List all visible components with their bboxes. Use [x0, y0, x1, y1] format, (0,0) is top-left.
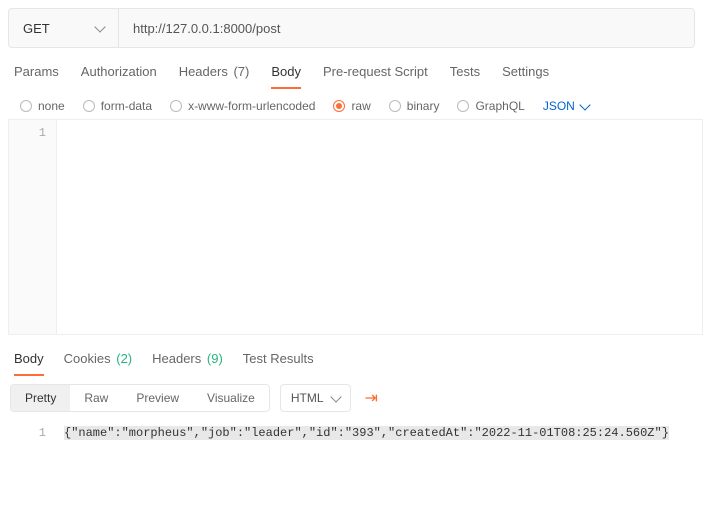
tab-params[interactable]: Params — [14, 60, 59, 89]
editor-gutter: 1 — [9, 120, 57, 334]
headers-count: (7) — [233, 64, 249, 79]
body-language-select[interactable]: JSON — [543, 99, 589, 113]
radio-icon — [457, 100, 469, 112]
resp-tab-body[interactable]: Body — [14, 347, 44, 376]
method-value: GET — [23, 21, 50, 36]
radio-form-data[interactable]: form-data — [83, 99, 152, 113]
tab-headers[interactable]: Headers (7) — [179, 60, 250, 89]
view-visualize[interactable]: Visualize — [193, 385, 269, 411]
radio-raw[interactable]: raw — [333, 99, 370, 113]
tab-body[interactable]: Body — [271, 60, 301, 89]
editor-gutter: 1 — [8, 420, 56, 446]
response-language-select[interactable]: HTML — [280, 384, 351, 412]
wrap-lines-icon[interactable]: ⇥ — [361, 386, 382, 410]
editor-code[interactable]: {"name":"morpheus","job":"leader","id":"… — [56, 420, 703, 446]
line-number: 1 — [12, 424, 46, 442]
response-tabs: Body Cookies (2) Headers (9) Test Result… — [0, 335, 703, 376]
resp-tab-headers[interactable]: Headers (9) — [152, 347, 223, 376]
radio-none[interactable]: none — [20, 99, 65, 113]
tab-settings[interactable]: Settings — [502, 60, 549, 89]
radio-icon — [333, 100, 345, 112]
body-type-options: none form-data x-www-form-urlencoded raw… — [0, 89, 703, 119]
request-tabs: Params Authorization Headers (7) Body Pr… — [0, 56, 703, 89]
resp-tab-test-results[interactable]: Test Results — [243, 347, 314, 376]
tab-authorization[interactable]: Authorization — [81, 60, 157, 89]
radio-icon — [83, 100, 95, 112]
resp-tab-cookies[interactable]: Cookies (2) — [64, 347, 132, 376]
cookies-count: (2) — [116, 351, 132, 366]
response-body-editor[interactable]: 1 {"name":"morpheus","job":"leader","id"… — [8, 420, 703, 446]
url-input[interactable]: http://127.0.0.1:8000/post — [119, 9, 694, 47]
method-select[interactable]: GET — [9, 9, 119, 47]
radio-urlencoded[interactable]: x-www-form-urlencoded — [170, 99, 315, 113]
chevron-down-icon — [94, 21, 105, 32]
radio-icon — [170, 100, 182, 112]
radio-icon — [20, 100, 32, 112]
chevron-down-icon — [330, 391, 341, 402]
view-preview[interactable]: Preview — [122, 385, 193, 411]
view-raw[interactable]: Raw — [70, 385, 122, 411]
request-body-editor[interactable]: 1 — [8, 119, 703, 335]
chevron-down-icon — [579, 99, 590, 110]
response-view-bar: Pretty Raw Preview Visualize HTML ⇥ — [0, 376, 703, 420]
tab-prerequest[interactable]: Pre-request Script — [323, 60, 428, 89]
tab-tests[interactable]: Tests — [450, 60, 480, 89]
code-line: {"name":"morpheus","job":"leader","id":"… — [64, 426, 669, 440]
radio-binary[interactable]: binary — [389, 99, 440, 113]
resp-headers-count: (9) — [207, 351, 223, 366]
radio-icon — [389, 100, 401, 112]
line-number: 1 — [13, 124, 46, 142]
view-mode-group: Pretty Raw Preview Visualize — [10, 384, 270, 412]
url-value: http://127.0.0.1:8000/post — [133, 21, 280, 36]
view-pretty[interactable]: Pretty — [11, 385, 70, 411]
radio-graphql[interactable]: GraphQL — [457, 99, 524, 113]
request-bar: GET http://127.0.0.1:8000/post — [8, 8, 695, 48]
editor-code[interactable] — [57, 120, 702, 334]
